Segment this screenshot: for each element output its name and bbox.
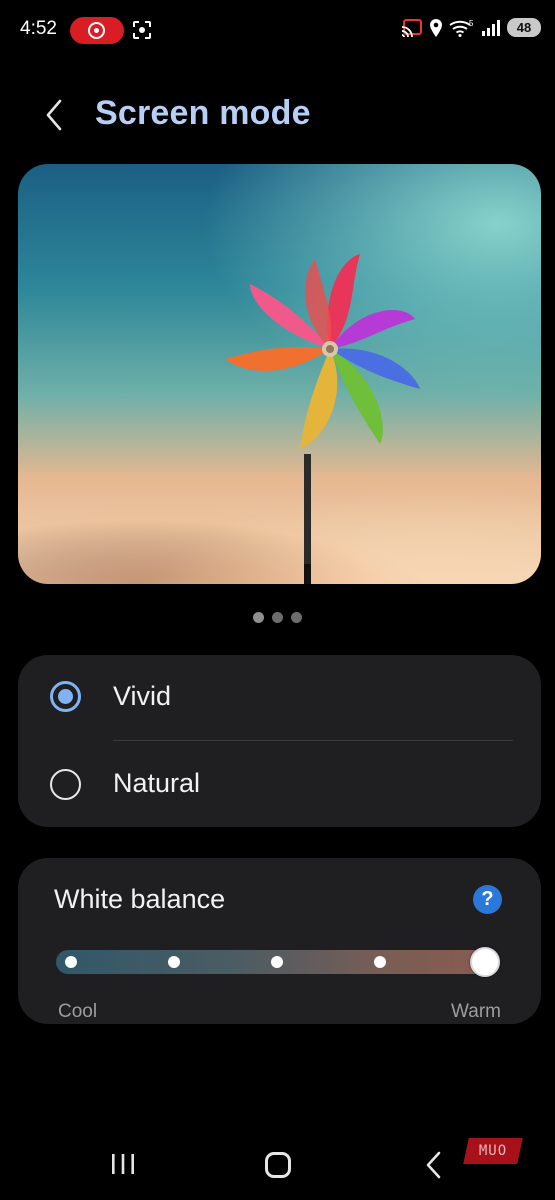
- pinwheel-illustration: [225, 254, 420, 584]
- wifi-icon: 5: [449, 19, 474, 37]
- white-balance-card: White balance ? Cool Warm: [18, 858, 541, 1024]
- signal-icon: [482, 19, 500, 36]
- screen-record-indicator[interactable]: [70, 17, 124, 44]
- natural-radio[interactable]: [50, 769, 81, 800]
- status-icons: 5 48: [401, 18, 541, 37]
- status-bar: 4:52 5 48: [0, 0, 555, 62]
- location-icon: [430, 18, 442, 37]
- network-label: 5: [469, 19, 474, 28]
- page-dot-1[interactable]: [253, 612, 264, 623]
- back-icon[interactable]: [40, 95, 70, 135]
- cool-label: Cool: [58, 1001, 98, 1022]
- cast-icon: [401, 18, 422, 37]
- watermark-text: MUO: [478, 1143, 508, 1159]
- natural-label: Natural: [113, 768, 201, 798]
- page-indicator: [0, 610, 555, 628]
- slider-step-2[interactable]: [168, 956, 180, 968]
- option-vivid[interactable]: Vivid: [18, 655, 541, 741]
- recents-icon[interactable]: [110, 1152, 136, 1176]
- option-natural[interactable]: Natural: [18, 741, 541, 827]
- slider-thumb[interactable]: [470, 947, 500, 977]
- page-title: Screen mode: [95, 94, 311, 132]
- record-icon: [88, 22, 105, 39]
- white-balance-title: White balance: [54, 884, 226, 914]
- battery-indicator: 48: [507, 18, 541, 37]
- page-dot-3[interactable]: [291, 612, 302, 623]
- watermark-logo: MUO: [463, 1138, 523, 1164]
- slider-step-3[interactable]: [271, 956, 283, 968]
- warm-label: Warm: [451, 1001, 501, 1022]
- navigation-bar: MUO: [0, 1130, 555, 1200]
- vivid-label: Vivid: [113, 681, 172, 711]
- screenshot-icon: [133, 21, 151, 39]
- page-dot-2[interactable]: [272, 612, 283, 623]
- screen-mode-card: Vivid Natural: [18, 655, 541, 827]
- nav-back-icon[interactable]: [424, 1150, 444, 1180]
- home-icon[interactable]: [265, 1152, 291, 1178]
- vivid-radio[interactable]: [50, 681, 81, 712]
- help-icon[interactable]: ?: [473, 885, 502, 914]
- preview-image[interactable]: [18, 164, 541, 584]
- slider-step-4[interactable]: [374, 956, 386, 968]
- white-balance-slider[interactable]: [56, 947, 500, 977]
- slider-step-1[interactable]: [65, 956, 77, 968]
- status-time: 4:52: [20, 18, 57, 39]
